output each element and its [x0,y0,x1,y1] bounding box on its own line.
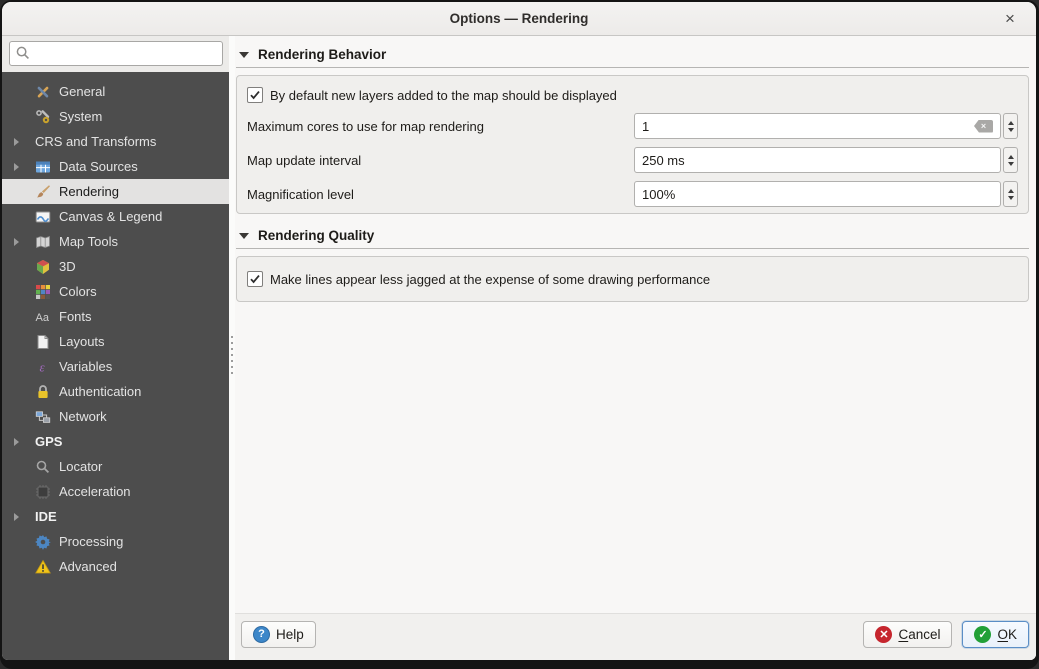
sidebar-item-colors[interactable]: Colors [2,279,229,304]
expand-arrow-icon[interactable] [14,163,19,171]
svg-text:ε: ε [40,359,46,374]
svg-text:Aa: Aa [36,312,50,324]
processing-icon [35,534,51,550]
sidebar-item-ide[interactable]: IDE [2,504,229,529]
sidebar-item-processing[interactable]: Processing [2,529,229,554]
collapse-caret-icon[interactable] [239,233,249,239]
help-button[interactable]: ? Help [241,621,316,648]
ok-button[interactable]: ✓ OK [962,621,1029,648]
fonts-icon: Aa [35,309,51,325]
spin-buttons[interactable] [1003,113,1018,139]
section-title: Rendering Quality [258,228,374,243]
search-area [2,36,229,72]
sidebar-item-variables[interactable]: εVariables [2,354,229,379]
sidebar-item-3d[interactable]: 3D [2,254,229,279]
locator-icon [35,459,51,475]
main-panel: Rendering Behavior By default new layers… [235,36,1036,660]
sidebar-item-authentication[interactable]: Authentication [2,379,229,404]
cancel-button[interactable]: ✕ Cancel [863,621,952,648]
sidebar-item-crs-and-transforms[interactable]: CRS and Transforms [2,129,229,154]
search-input[interactable] [9,41,223,66]
canvas-legend-icon [35,209,51,225]
new-layers-displayed-checkbox[interactable] [247,87,263,103]
collapse-caret-icon[interactable] [239,52,249,58]
sidebar-item-rendering[interactable]: Rendering [2,179,229,204]
titlebar[interactable]: Options — Rendering × [2,2,1036,36]
variables-icon: ε [35,359,51,375]
checkbox-label: By default new layers added to the map s… [270,88,617,103]
map-update-interval-label: Map update interval [247,153,624,168]
system-icon [35,109,51,125]
spin-up-icon[interactable] [1008,155,1014,159]
sidebar-item-fonts[interactable]: AaFonts [2,304,229,329]
sidebar-item-map-tools[interactable]: Map Tools [2,229,229,254]
window-title: Options — Rendering [450,11,589,26]
clear-field-icon[interactable]: × [974,120,993,133]
options-dialog: Options — Rendering × GeneralSystemCRS a… [2,2,1036,660]
sidebar: GeneralSystemCRS and TransformsData Sour… [2,36,229,660]
rendering-behavior-group: By default new layers added to the map s… [236,75,1029,214]
expand-arrow-icon[interactable] [14,438,19,446]
spin-up-icon[interactable] [1008,121,1014,125]
sidebar-item-gps[interactable]: GPS [2,429,229,454]
sidebar-item-locator[interactable]: Locator [2,454,229,479]
acceleration-icon [35,484,51,500]
spin-buttons[interactable] [1003,147,1018,173]
search-icon [15,45,31,61]
magnification-level-label: Magnification level [247,187,624,202]
layouts-icon [35,334,51,350]
data-sources-icon [35,159,51,175]
sidebar-item-advanced[interactable]: Advanced [2,554,229,579]
sidebar-item-system[interactable]: System [2,104,229,129]
magnification-level-value[interactable]: 100% [642,187,993,202]
section-rendering-quality[interactable]: Rendering Quality [236,222,1029,249]
max-cores-spinbox[interactable]: 1 × [634,113,1018,139]
lock-icon [35,384,51,400]
network-icon [35,409,51,425]
window-frame: Options — Rendering × GeneralSystemCRS a… [0,0,1039,669]
advanced-icon [35,559,51,575]
checkbox-label: Make lines appear less jagged at the exp… [270,272,710,287]
general-icon [35,84,51,100]
map-update-interval-value[interactable]: 250 ms [642,153,993,168]
dialog-footer: ? Help ✕ Cancel ✓ OK [235,614,1036,660]
section-rendering-behavior[interactable]: Rendering Behavior [236,41,1029,68]
ok-icon: ✓ [974,626,991,643]
sidebar-item-general[interactable]: General [2,79,229,104]
cancel-icon: ✕ [875,626,892,643]
help-icon: ? [253,626,270,643]
max-cores-value[interactable]: 1 [642,119,974,134]
sidebar-item-layouts[interactable]: Layouts [2,329,229,354]
panel-splitter[interactable] [229,36,235,660]
sidebar-item-data-sources[interactable]: Data Sources [2,154,229,179]
expand-arrow-icon[interactable] [14,238,19,246]
map-tools-icon [35,234,51,250]
spin-down-icon[interactable] [1008,128,1014,132]
magnification-level-spinbox[interactable]: 100% [634,181,1018,207]
map-update-interval-spinbox[interactable]: 250 ms [634,147,1018,173]
sidebar-item-acceleration[interactable]: Acceleration [2,479,229,504]
sidebar-item-network[interactable]: Network [2,404,229,429]
spin-down-icon[interactable] [1008,196,1014,200]
close-icon[interactable]: × [998,2,1022,36]
rendering-quality-group: Make lines appear less jagged at the exp… [236,256,1029,302]
spin-down-icon[interactable] [1008,162,1014,166]
settings-nav-list: GeneralSystemCRS and TransformsData Sour… [2,72,229,660]
spin-buttons[interactable] [1003,181,1018,207]
colors-icon [35,284,51,300]
sidebar-item-canvas-legend[interactable]: Canvas & Legend [2,204,229,229]
section-title: Rendering Behavior [258,47,386,62]
rendering-icon [35,184,51,200]
settings-content: Rendering Behavior By default new layers… [235,36,1036,614]
cube-3d-icon [35,259,51,275]
max-cores-label: Maximum cores to use for map rendering [247,119,624,134]
spin-up-icon[interactable] [1008,189,1014,193]
antialiasing-checkbox[interactable] [247,271,263,287]
expand-arrow-icon[interactable] [14,513,19,521]
expand-arrow-icon[interactable] [14,138,19,146]
